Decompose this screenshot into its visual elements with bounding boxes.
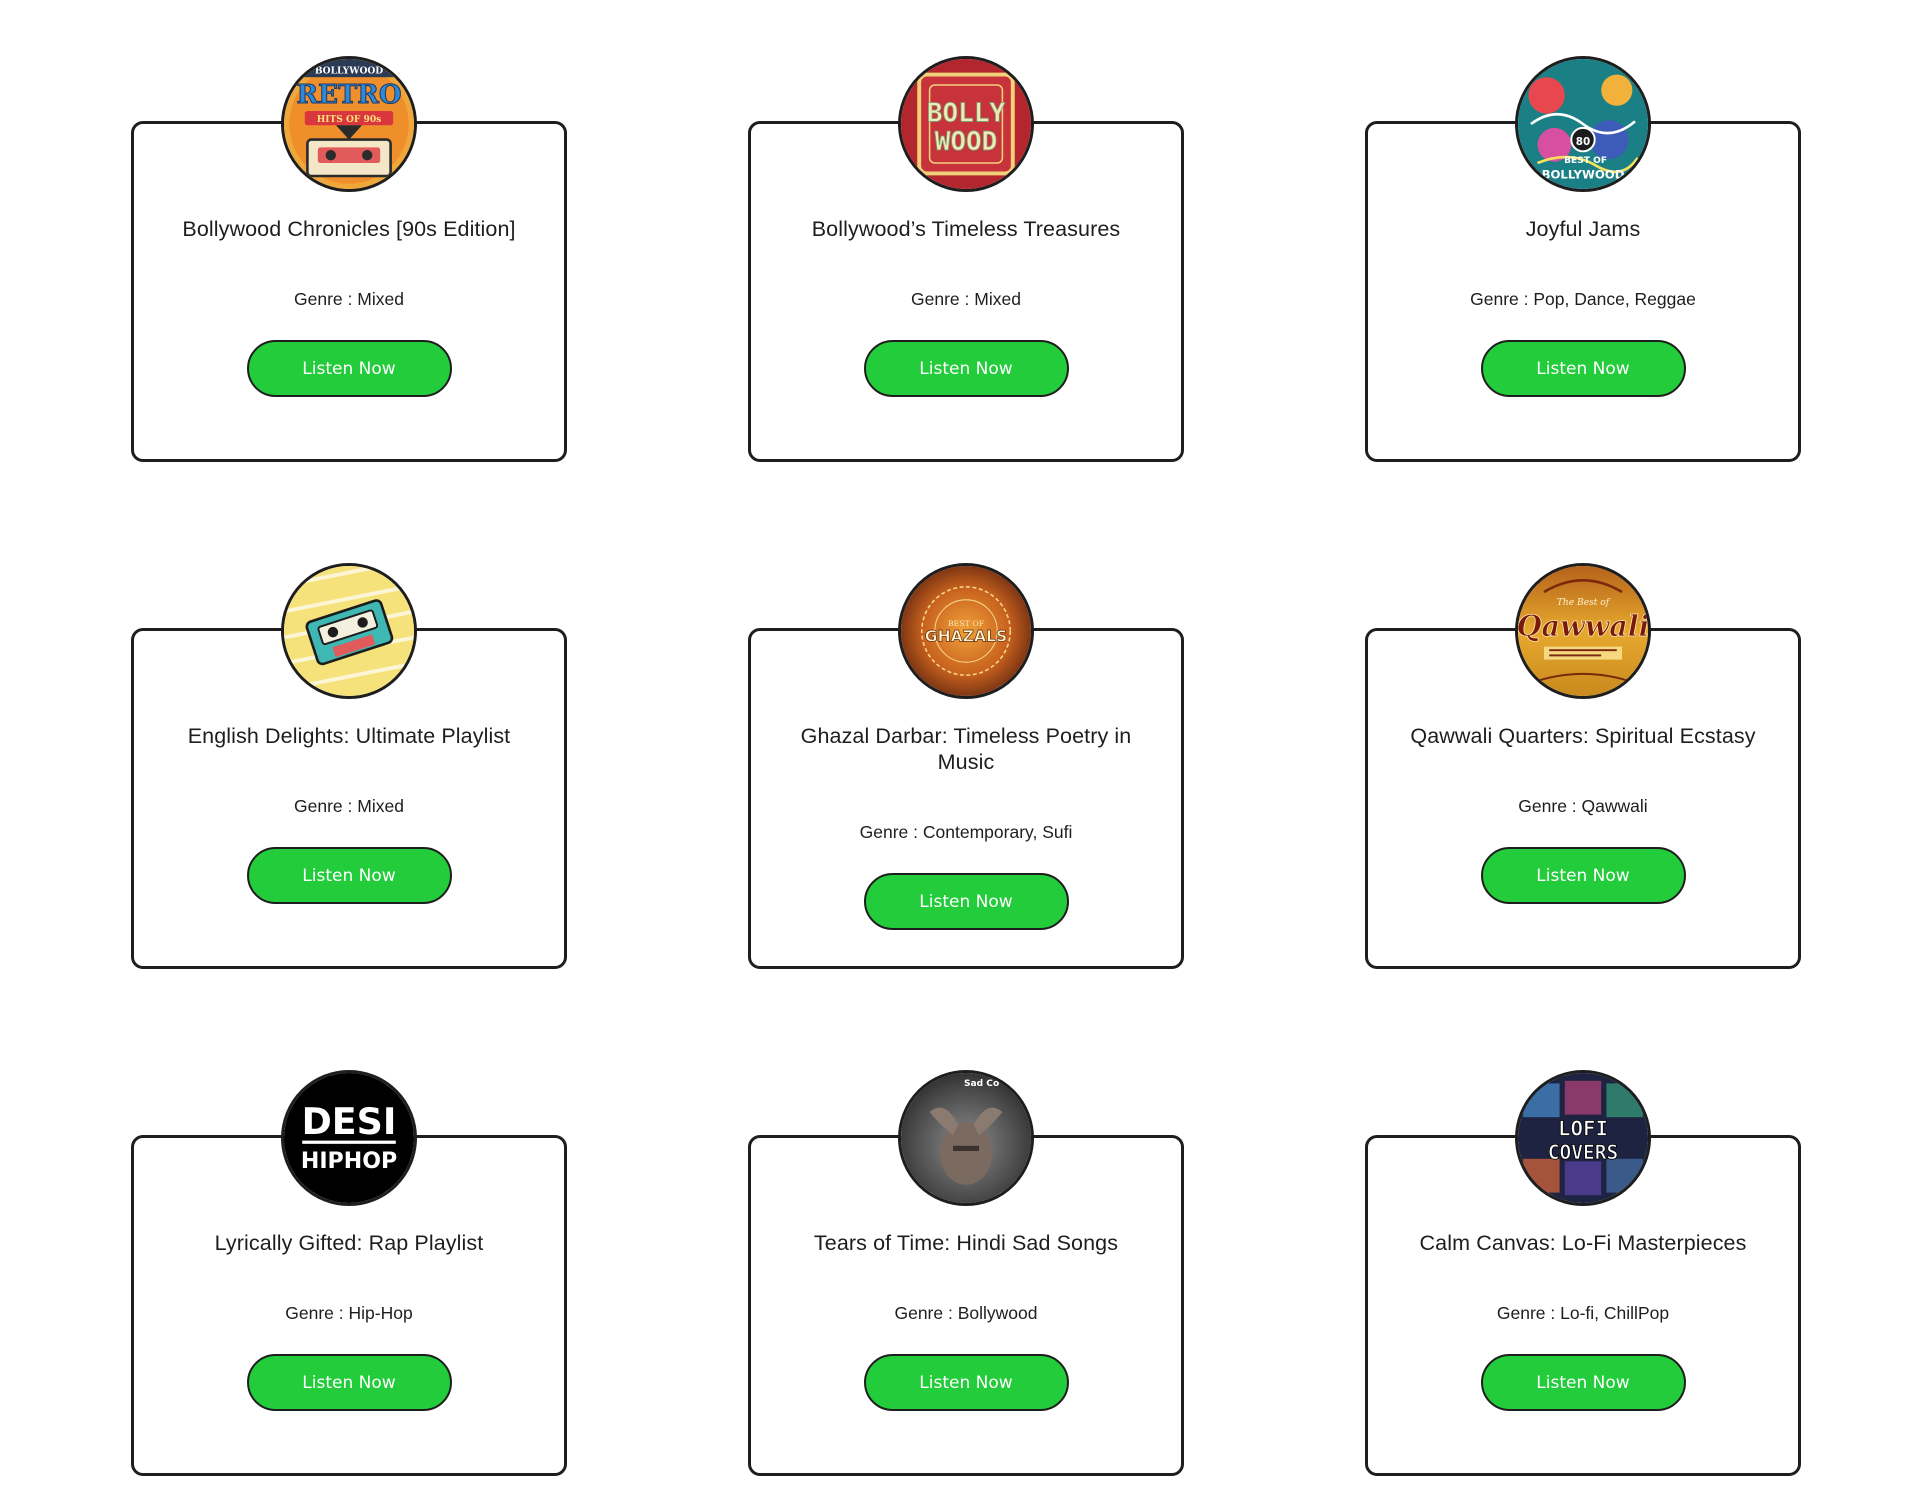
qawwali-cover-icon: The Best of Qawwali <box>1515 563 1651 699</box>
genre-value: Contemporary, Sufi <box>922 822 1073 842</box>
cover-text: HIPHOP <box>301 1148 397 1174</box>
cover-text: Sad Co <box>964 1079 999 1089</box>
genre-line: Genre : Mixed <box>294 795 404 817</box>
cover-text: HITS OF 90s <box>317 114 382 125</box>
cover-text: Qawwali <box>1518 609 1648 643</box>
playlist-grid: BOLLYWOOD RETRO HITS OF 90s Bollywood Ch… <box>131 56 1801 1476</box>
listen-now-button[interactable]: Listen Now <box>246 1354 452 1411</box>
desi-hiphop-cover-icon: DESI HIPHOP <box>281 1070 417 1206</box>
playlist-card: LOFI COVERS Calm Canvas: Lo-Fi Masterpie… <box>1365 1070 1801 1476</box>
listen-now-button[interactable]: Listen Now <box>246 847 452 904</box>
genre-line: Genre : Lo-fi, ChillPop <box>1497 1302 1669 1324</box>
genre-line: Genre : Bollywood <box>894 1302 1037 1324</box>
playlist-title: Calm Canvas: Lo-Fi Masterpieces <box>1419 1231 1747 1255</box>
cover-text: BOLLYWOOD <box>1542 168 1625 182</box>
cover-text: RETRO <box>296 80 401 110</box>
genre-line: Genre : Pop, Dance, Reggae <box>1470 288 1696 310</box>
playlist-title: Bollywood Chronicles [90s Edition] <box>182 217 516 241</box>
playlist-title: Tears of Time: Hindi Sad Songs <box>813 1231 1119 1255</box>
cover-text: COVERS <box>1548 1141 1618 1164</box>
playlist-card: The Best of Qawwali Qawwali Quarters: Sp… <box>1365 563 1801 969</box>
playlist-title: English Delights: Ultimate Playlist <box>187 724 511 748</box>
listen-now-button[interactable]: Listen Now <box>1480 847 1686 904</box>
retro-cassette-cover-icon: BOLLYWOOD RETRO HITS OF 90s <box>281 56 417 192</box>
playlist-title: Bollywood’s Timeless Treasures <box>811 217 1121 241</box>
lofi-covers-cover-icon: LOFI COVERS <box>1515 1070 1651 1206</box>
genre-label: Genre : <box>1470 289 1529 309</box>
genre-label: Genre : <box>285 1303 344 1323</box>
genre-line: Genre : Qawwali <box>1518 795 1647 817</box>
genre-value: Mixed <box>357 796 404 816</box>
genre-label: Genre : <box>1496 1303 1556 1323</box>
playlist-card: BOLLYWOOD RETRO HITS OF 90s Bollywood Ch… <box>131 56 567 462</box>
playlist-card: 80 BEST OF BOLLYWOOD Joyful Jams Genre :… <box>1365 56 1801 462</box>
genre-value: Bollywood <box>957 1303 1038 1323</box>
genre-label: Genre : <box>911 289 970 309</box>
genre-value: Mixed <box>357 289 404 309</box>
genre-line: Genre : Contemporary, Sufi <box>860 821 1073 843</box>
playlist-title: Joyful Jams <box>1525 217 1641 241</box>
genre-line: Genre : Mixed <box>911 288 1021 310</box>
genre-label: Genre : <box>894 1303 953 1323</box>
cover-text: BOLLY <box>927 98 1006 128</box>
genre-value: Pop, Dance, Reggae <box>1533 289 1696 309</box>
sad-portrait-cover-icon: Sad Co <box>898 1070 1034 1206</box>
cover-text: 80 <box>1576 136 1590 148</box>
genre-label: Genre : <box>294 289 353 309</box>
bollywood-poster-cover-icon: BOLLY WOOD <box>898 56 1034 192</box>
genre-label: Genre : <box>294 796 353 816</box>
listen-now-button[interactable]: Listen Now <box>863 873 1069 930</box>
cover-text: WOOD <box>935 127 998 157</box>
listen-now-button[interactable]: Listen Now <box>863 1354 1069 1411</box>
ghazals-ornate-cover-icon: BEST OF GHAZALS <box>898 563 1034 699</box>
best-of-bollywood-doodle-cover-icon: 80 BEST OF BOLLYWOOD <box>1515 56 1651 192</box>
playlist-title: Qawwali Quarters: Spiritual Ecstasy <box>1410 724 1756 748</box>
playlist-card: Sad Co Tears of Time: Hindi Sad Songs Ge… <box>748 1070 1184 1476</box>
playlist-card: DESI HIPHOP Lyrically Gifted: Rap Playli… <box>131 1070 567 1476</box>
cover-text: The Best of <box>1557 598 1611 608</box>
listen-now-button[interactable]: Listen Now <box>1480 1354 1686 1411</box>
playlist-card: English Delights: Ultimate Playlist Genr… <box>131 563 567 969</box>
cassette-tape-cover-icon <box>281 563 417 699</box>
genre-value: Lo-fi, ChillPop <box>1560 1303 1670 1323</box>
listen-now-button[interactable]: Listen Now <box>1480 340 1686 397</box>
genre-line: Genre : Hip-Hop <box>285 1302 412 1324</box>
cover-text: BOLLYWOOD <box>315 65 383 76</box>
cover-text: LOFI <box>1558 1116 1608 1140</box>
playlist-title: Ghazal Darbar: Timeless Poetry in Music <box>800 724 1132 774</box>
genre-label: Genre : <box>859 822 919 842</box>
genre-label: Genre : <box>1518 796 1577 816</box>
listen-now-button[interactable]: Listen Now <box>863 340 1069 397</box>
genre-value: Hip-Hop <box>348 1303 413 1323</box>
playlist-card: BOLLY WOOD Bollywood’s Timeless Treasure… <box>748 56 1184 462</box>
cover-text: GHAZALS <box>925 627 1007 645</box>
genre-value: Qawwali <box>1581 796 1648 816</box>
genre-line: Genre : Mixed <box>294 288 404 310</box>
genre-value: Mixed <box>974 289 1021 309</box>
cover-text: BEST OF <box>1564 156 1607 166</box>
listen-now-button[interactable]: Listen Now <box>246 340 452 397</box>
playlist-title: Lyrically Gifted: Rap Playlist <box>214 1231 484 1255</box>
playlist-card: BEST OF GHAZALS Ghazal Darbar: Timeless … <box>748 563 1184 969</box>
cover-text: DESI <box>302 1100 397 1143</box>
